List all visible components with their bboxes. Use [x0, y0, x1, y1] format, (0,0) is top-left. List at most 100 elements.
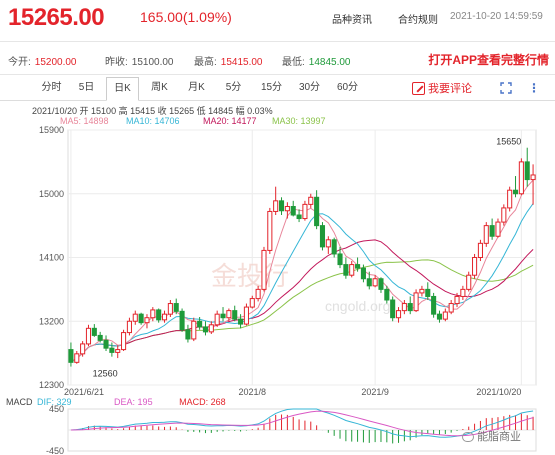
tab-5day[interactable]: 5日	[70, 77, 103, 99]
x-tick-label: 2021/8	[239, 387, 267, 395]
fullscreen-icon[interactable]	[500, 82, 512, 94]
candle	[103, 335, 109, 351]
candle	[290, 200, 296, 217]
candle	[512, 176, 519, 198]
candle	[156, 308, 162, 323]
candle-body	[214, 313, 220, 326]
candle-body	[85, 327, 92, 345]
tab-60min[interactable]: 60分	[331, 77, 364, 99]
candle-body	[296, 214, 302, 220]
candle-body	[261, 249, 267, 290]
candle-body	[161, 313, 168, 321]
candle	[489, 218, 495, 240]
candle-body	[349, 264, 355, 276]
candle	[466, 271, 472, 292]
tab-timeshare[interactable]: 分时	[35, 77, 68, 99]
ma20-line	[70, 239, 534, 363]
candle	[419, 285, 425, 297]
candle-body	[325, 239, 331, 248]
candle	[407, 296, 413, 315]
kline-chart[interactable]: 金投行 cngold.org 15900 15000 14100 13200 12300…	[0, 125, 555, 395]
candle	[472, 253, 478, 279]
y-tick-label: 15000	[39, 189, 64, 199]
open-app-promo[interactable]: 打开APP查看完整行情	[428, 51, 549, 68]
candle-body	[319, 225, 326, 248]
stat-high: 最高: 15415.00	[194, 57, 263, 68]
tab-daily-k[interactable]: 日K	[106, 77, 139, 101]
tab-15min[interactable]: 15分	[255, 77, 288, 99]
watermark-brand: 金投行	[211, 261, 289, 291]
tab-30min[interactable]: 30分	[293, 77, 326, 99]
ma10-line	[70, 203, 534, 363]
product-news-link[interactable]: 品种资讯	[332, 11, 372, 26]
candle-body	[512, 189, 519, 195]
candle	[109, 342, 115, 357]
candle	[343, 257, 349, 279]
candle-body	[372, 278, 378, 287]
more-icon[interactable]: ⋮	[528, 82, 540, 94]
candle	[331, 237, 337, 258]
comment-button[interactable]: 我要评论	[412, 80, 472, 96]
candle	[425, 282, 431, 300]
candle	[173, 298, 179, 315]
candle	[74, 351, 80, 364]
tab-weekly-k[interactable]: 周K	[143, 77, 176, 99]
candle-body	[477, 242, 483, 259]
candle-body	[501, 207, 507, 223]
candle-body	[220, 313, 226, 319]
candle-body	[483, 225, 489, 244]
candle-body	[249, 298, 255, 308]
candle	[267, 207, 273, 254]
candle	[278, 197, 285, 215]
candle	[68, 342, 74, 367]
candle	[249, 295, 255, 309]
wechat-icon	[462, 432, 474, 443]
candle-body	[267, 210, 273, 251]
candle	[431, 292, 437, 318]
extreme-label: 15650	[496, 137, 521, 147]
contract-rules-link[interactable]: 合约规则	[398, 11, 438, 26]
stat-open: 今开: 15200.00	[8, 57, 77, 68]
candle	[518, 158, 524, 196]
x-tick-label: 2021/9	[361, 387, 389, 395]
candle	[91, 324, 97, 337]
candle-body	[144, 317, 150, 324]
candle	[507, 186, 513, 212]
candle-body	[472, 257, 478, 276]
candle-body	[238, 318, 244, 325]
candle	[296, 209, 302, 223]
candle	[85, 324, 92, 347]
candle	[401, 300, 407, 315]
y-tick-label: 12300	[39, 380, 64, 390]
candle	[501, 204, 507, 226]
candle-body	[466, 274, 472, 290]
period-tabs: 分时 5日 日K 周K 月K 5分 15分 30分 60分 我要评论 ⋮	[0, 77, 555, 101]
candle-body	[191, 320, 197, 340]
candle	[208, 321, 214, 334]
candle-body	[290, 206, 296, 216]
candle-body	[208, 324, 214, 333]
tab-5min[interactable]: 5分	[217, 77, 250, 99]
candle	[413, 289, 419, 313]
candle-body	[103, 339, 109, 349]
candle-body	[278, 200, 285, 212]
candle	[243, 303, 249, 326]
x-tick-label: 2021/6/21	[64, 387, 104, 395]
candle-body	[255, 288, 261, 300]
candle-body	[518, 161, 524, 195]
candle	[121, 329, 127, 351]
candle	[220, 307, 226, 322]
current-price: 15265.00	[8, 4, 105, 31]
candle-body	[308, 196, 314, 205]
candle	[150, 307, 156, 322]
candle-body	[413, 292, 419, 312]
comment-label: 我要评论	[428, 83, 472, 95]
candle-body	[138, 313, 144, 324]
candle-body	[74, 353, 80, 363]
candle-body	[91, 327, 97, 336]
candle	[442, 308, 448, 322]
candle	[524, 147, 530, 187]
tab-monthly-k[interactable]: 月K	[180, 77, 213, 99]
candle	[80, 341, 86, 357]
candle-body	[80, 343, 86, 355]
